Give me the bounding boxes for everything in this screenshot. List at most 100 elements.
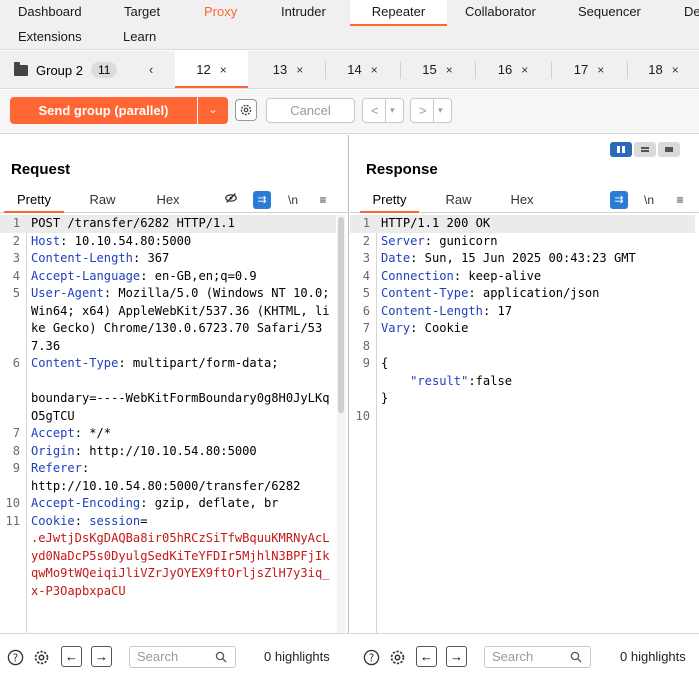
nav-decoder[interactable]: De [684,0,699,24]
tab-13[interactable]: 13 × [252,51,324,88]
search-input[interactable]: Search [129,646,236,668]
word-wrap-icon[interactable]: ⇉ [253,191,271,209]
code-text: : 10.10.54.80:5000 [60,233,192,248]
code-line: 10 Accept-Encoding: gzip, deflate, br [0,495,336,513]
response-editor[interactable]: 1 HTTP/1.1 200 OK 2 Server: gunicorn 3 Date: … [350,215,695,633]
send-group-button[interactable]: Send group (parallel) [10,97,197,124]
menu-icon[interactable]: ≡ [314,191,332,209]
cancel-button[interactable]: Cancel [266,98,355,123]
header-name: Connection [381,268,454,283]
code-text: : 17 [482,303,513,318]
close-icon[interactable]: × [296,63,303,77]
tab-raw[interactable]: Raw [436,187,481,213]
code-line: 1 HTTP/1.1 200 OK [350,215,695,233]
arrow-left-icon: ← [65,649,78,664]
scrollbar-thumb[interactable] [338,217,344,413]
line-number: 5 [362,286,370,300]
chevron-down-icon[interactable]: ▾ [433,99,443,122]
tab-14[interactable]: 14 × [326,51,399,88]
code-text: : en-GB,en;q=0.9 [140,268,257,283]
line-number: 10 [5,496,20,510]
header-name: Cookie [31,513,75,528]
request-editor[interactable]: 1 POST /transfer/6282 HTTP/1.1 2 Host: 10.1… [0,215,336,633]
header-name: Content-Type [31,356,119,370]
menu-icon[interactable]: ≡ [671,191,689,209]
previous-match-button[interactable]: ← [416,646,437,667]
line-number: 8 [12,443,20,458]
tab-16[interactable]: 16 × [476,51,550,88]
close-icon[interactable]: × [220,63,227,77]
close-icon[interactable]: × [371,63,378,77]
layout-toggle [610,142,680,157]
search-input[interactable]: Search [484,646,591,668]
chevron-left-icon[interactable]: ‹ [149,59,153,81]
chevron-down-icon[interactable]: ▾ [385,99,395,122]
newline-toggle[interactable]: \n [284,191,302,209]
line-number: 4 [362,268,370,283]
layout-stacked-icon[interactable] [634,142,656,157]
help-icon[interactable]: ? [362,648,380,666]
next-match-button[interactable]: → [446,646,467,667]
gear-icon[interactable] [32,648,50,666]
line-number: 3 [12,251,20,265]
request-bottom-bar: ? ← → Search 0 highlights [0,633,349,679]
layout-tabs-icon[interactable] [658,142,680,157]
nav-proxy[interactable]: Proxy [204,0,237,24]
json-key: "result" [410,373,469,388]
nav-collaborator[interactable]: Collaborator [465,0,536,24]
nav-target[interactable]: Target [124,0,160,24]
close-icon[interactable]: × [597,63,604,77]
newline-toggle[interactable]: \n [640,191,658,209]
close-icon[interactable]: × [446,63,453,77]
tab-17[interactable]: 17 × [552,51,626,88]
line-number: 1 [362,216,370,230]
line-number: 1 [12,216,20,230]
hide-nonprintable-icon[interactable] [222,191,240,209]
code-line: 5 Content-Type: application/json [350,285,695,303]
code-line: 8​ [350,338,695,356]
tab-hex[interactable]: Hex [146,187,190,213]
help-icon[interactable]: ? [6,648,24,666]
nav-intruder[interactable]: Intruder [281,0,326,24]
repeater-toolbar: Send group (parallel) ⌄ Cancel < ▾ > ▾ [0,90,699,134]
next-match-button[interactable]: → [91,646,112,667]
tab-12[interactable]: 12 × [175,51,248,88]
tab-pretty[interactable]: Pretty [4,187,64,213]
tab-pretty[interactable]: Pretty [360,187,419,213]
history-back-button[interactable]: < ▾ [362,98,404,123]
close-icon[interactable]: × [521,63,528,77]
nav-dashboard[interactable]: Dashboard [18,0,82,24]
response-pane: Response Pretty Raw Hex ⇉ \n ≡ 1 HTTP/1.1… [350,135,699,679]
tab-group[interactable]: Group 2 11 [14,59,118,81]
code-text: : */* [74,426,112,440]
tab-15[interactable]: 15 × [401,51,474,88]
code-text: : keep-alive [453,268,542,283]
close-icon[interactable]: × [672,63,679,77]
code-text: : application/json [468,286,600,300]
request-scrollbar[interactable] [337,215,345,633]
code-line: 1 POST /transfer/6282 HTTP/1.1 [0,215,336,233]
gear-icon[interactable] [388,648,406,666]
tab-18[interactable]: 18 × [628,51,699,88]
code-text: = [140,513,148,528]
nav-repeater[interactable]: Repeater [350,0,447,26]
word-wrap-icon[interactable]: ⇉ [610,191,628,209]
tab-raw[interactable]: Raw [80,187,125,213]
send-options-dropdown[interactable]: ⌄ [198,97,228,124]
nav-learn[interactable]: Learn [123,25,156,49]
gear-icon [240,104,252,116]
code-line: 3 Content-Length: 367 [0,250,336,268]
code-line: 4 Connection: keep-alive [350,268,695,286]
tab-hex[interactable]: Hex [500,187,544,213]
highlights-count: 0 highlights [264,649,330,664]
nav-sequencer[interactable]: Sequencer [578,0,641,24]
line-number: 2 [12,233,20,248]
layout-side-by-side-icon[interactable] [610,142,632,157]
nav-extensions[interactable]: Extensions [18,25,82,49]
previous-match-button[interactable]: ← [61,646,82,667]
history-forward-button[interactable]: > ▾ [410,98,452,123]
code-line: 11 Cookie: session= .eJwtjDsKgDAQBa8ir05h… [0,513,336,601]
request-title: Request [11,161,71,178]
response-bottom-bar: ? ← → Search 0 highlights [350,633,699,679]
settings-button[interactable] [235,99,257,121]
